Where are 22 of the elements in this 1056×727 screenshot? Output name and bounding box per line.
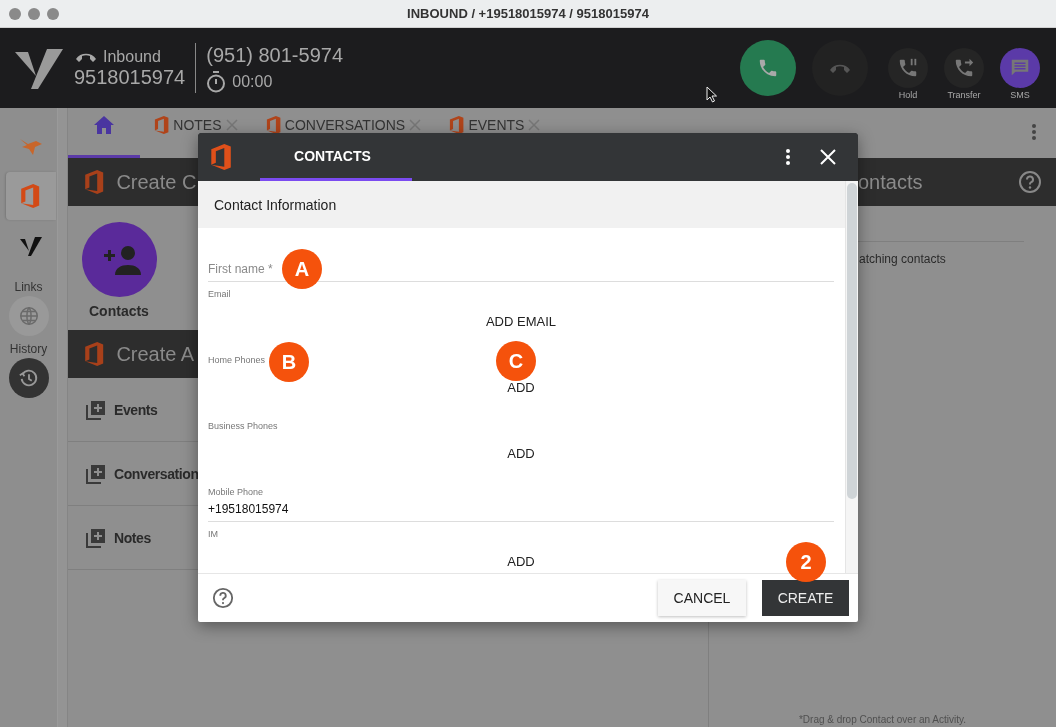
history-label: History [9, 342, 48, 356]
field-label: Business Phones [208, 421, 278, 432]
field-label: IM [208, 529, 218, 540]
action-label: Transfer [947, 90, 981, 100]
field-label: Mobile Phone [208, 487, 264, 498]
footer-note: *Drag & drop Contact over an Activity. [797, 714, 968, 725]
contacts-label: Contacts [89, 303, 149, 319]
section-heading: Contact Information [198, 181, 845, 228]
status-text: atching contacts [859, 252, 947, 266]
field-label: Email [208, 289, 231, 300]
section-title: ontacts [858, 170, 923, 194]
section-title: Create C [116, 170, 197, 194]
call-direction: Inbound [103, 47, 161, 66]
call-timer: 00:00 [232, 72, 273, 91]
field-label: Home Phones [208, 355, 266, 366]
window-title: INBOUND / +19518015974 / 9518015974 [407, 6, 649, 21]
links-label: Links [14, 280, 43, 294]
call-number: 9518015974 [74, 65, 186, 89]
section-title: Create A [116, 342, 195, 366]
caller-number: (951) 801-5974 [206, 43, 343, 67]
action-label: Hold [898, 90, 918, 100]
action-label: SMS [1010, 90, 1030, 100]
